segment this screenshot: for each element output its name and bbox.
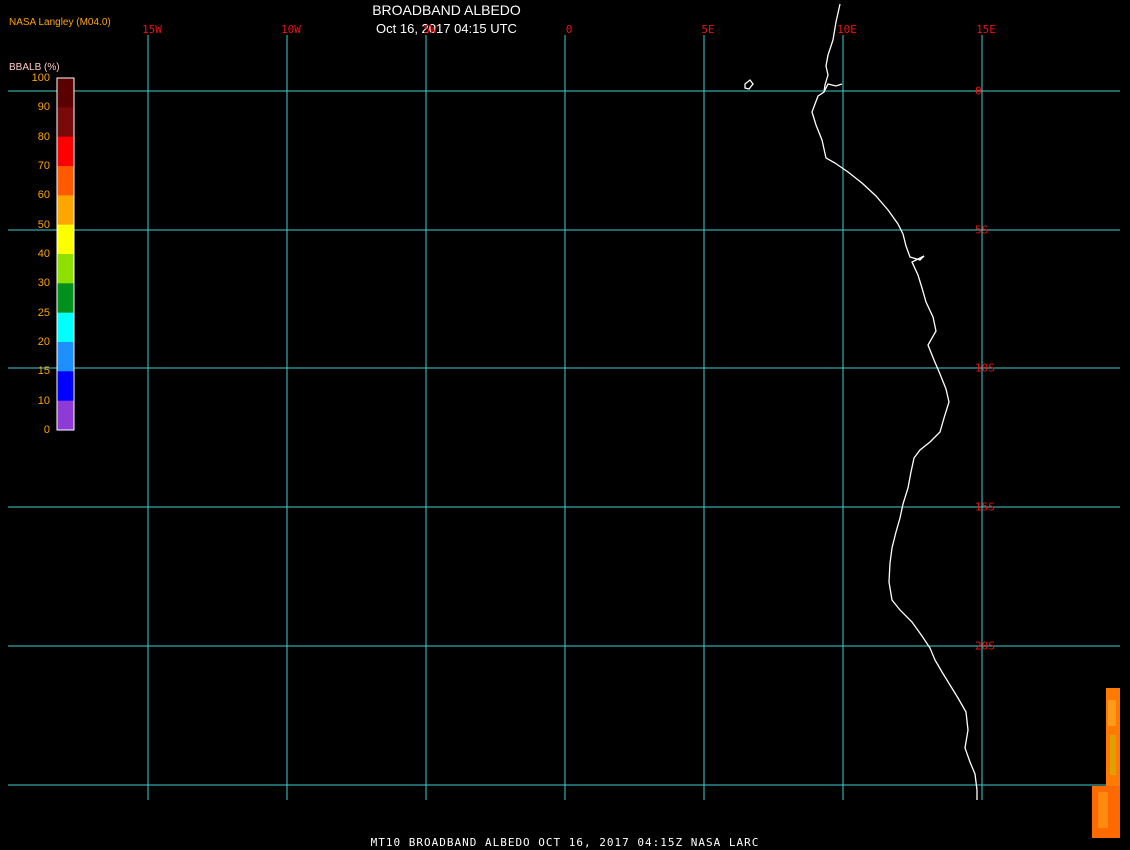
colorbar-tick-label: 15 xyxy=(37,365,50,378)
latitude-label: 15S xyxy=(975,500,995,514)
coastline-island-bioko xyxy=(744,79,754,90)
colorbar-swatch xyxy=(57,342,74,372)
colorbar xyxy=(56,77,75,431)
colorbar-tick-label: 10 xyxy=(37,394,50,407)
longitude-label: 5E xyxy=(701,23,715,36)
albedo-map xyxy=(8,3,1120,838)
longitude-label: 10W xyxy=(281,23,301,36)
colorbar-swatch xyxy=(57,371,74,402)
colorbar-swatch xyxy=(57,283,74,314)
footer-caption: MT10 BROADBAND ALBEDO OCT 16, 2017 04:15… xyxy=(370,836,760,849)
colorbar-tick-label: 90 xyxy=(37,101,50,114)
map-title: BROADBAND ALBEDO xyxy=(372,2,521,18)
colorbar-swatch xyxy=(57,78,74,108)
longitude-label: 10E xyxy=(837,23,857,36)
colorbar-swatch xyxy=(57,195,74,226)
colorbar-swatch xyxy=(57,136,74,167)
latitude-label: 5S xyxy=(975,223,989,237)
lat-lon-grid xyxy=(8,35,1120,800)
longitude-label: 15E xyxy=(976,23,996,36)
longitude-label: 15W xyxy=(142,23,162,36)
longitude-label: 5W xyxy=(423,23,437,36)
longitude-label: 0 xyxy=(565,23,573,36)
colorbar-tick-label: 20 xyxy=(37,336,50,348)
colorbar-tick-label: 70 xyxy=(37,160,50,172)
colorbar-swatch xyxy=(57,224,74,255)
map-timestamp: Oct 16, 2017 04:15 UTC xyxy=(376,21,517,36)
latitude-label: 0 xyxy=(975,84,982,98)
colorbar-swatch xyxy=(57,107,74,138)
latitude-label: 10S xyxy=(975,361,995,375)
source-label: NASA Langley (M04.0) xyxy=(9,17,111,28)
colorbar-tick-label: 60 xyxy=(37,189,50,202)
colorbar-swatch xyxy=(57,166,74,196)
colorbar-swatch xyxy=(57,254,74,284)
coastline-africa xyxy=(811,3,978,800)
data-swath xyxy=(1092,688,1120,838)
colorbar-swatch xyxy=(57,312,74,343)
colorbar-tick-label: 50 xyxy=(37,218,50,231)
colorbar-swatch xyxy=(57,400,74,431)
colorbar-tick-label: 100 xyxy=(31,72,50,84)
colorbar-tick-label: 0 xyxy=(43,424,50,436)
colorbar-tick-label: 25 xyxy=(37,306,50,319)
colorbar-tick-label: 80 xyxy=(37,130,50,143)
colorbar-tick-label: 40 xyxy=(37,248,50,260)
colorbar-tick-label: 30 xyxy=(37,277,50,290)
latitude-label: 20S xyxy=(975,639,995,653)
